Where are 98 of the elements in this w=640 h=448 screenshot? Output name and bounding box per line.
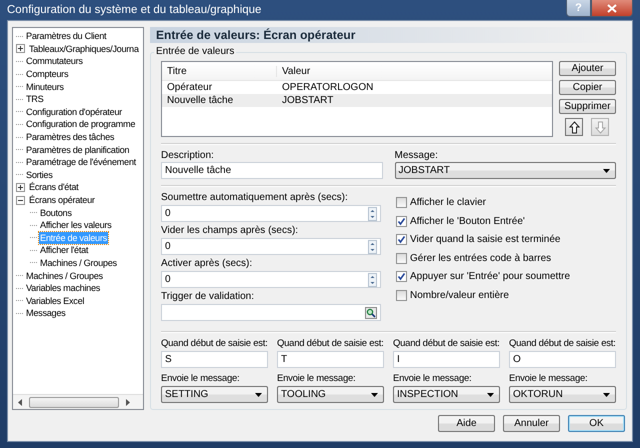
column-header[interactable]: Titre bbox=[162, 66, 277, 76]
tree-item[interactable]: Sorties bbox=[25, 168, 54, 181]
tree-item[interactable]: Configuration d'opérateur bbox=[25, 106, 123, 118]
tree-item[interactable]: Messages bbox=[25, 307, 66, 320]
field-label: Envoie le message: bbox=[277, 373, 356, 385]
window-title: Configuration du système et du tableau/graphique bbox=[7, 4, 262, 16]
field-label: Quand début de saisie est: bbox=[393, 338, 500, 350]
horizontal-scrollbar[interactable] bbox=[13, 394, 143, 409]
tree-item[interactable]: Paramètres de planification bbox=[25, 144, 130, 156]
message-dropdown[interactable]: OKTORUN bbox=[509, 386, 616, 403]
table-action-button[interactable]: Ajouter bbox=[559, 61, 616, 76]
number-field[interactable]: 0 bbox=[161, 205, 381, 222]
table-row[interactable]: Opérateur OPERATORLOGON bbox=[162, 81, 552, 94]
caret-icon bbox=[371, 392, 378, 396]
tree-item[interactable]: Machines / Groupes bbox=[39, 256, 118, 269]
tree-item[interactable]: Écrans opérateur bbox=[28, 194, 96, 206]
dialog-button[interactable]: OK bbox=[568, 414, 625, 432]
tree-item[interactable]: Compteurs bbox=[25, 68, 70, 80]
spinner-icon[interactable] bbox=[368, 272, 377, 286]
tree-item[interactable]: Paramétrage de l'événement bbox=[25, 156, 137, 168]
checkbox[interactable] bbox=[396, 216, 407, 227]
checkbox[interactable] bbox=[396, 290, 407, 301]
table-cell-text: Opérateur bbox=[166, 82, 214, 93]
field-label: Envoie le message: bbox=[509, 373, 588, 385]
tree-item[interactable]: Variables machines bbox=[25, 282, 102, 294]
tree-item[interactable]: Configuration de programme bbox=[25, 118, 136, 130]
checkbox[interactable] bbox=[396, 197, 407, 208]
caret-icon bbox=[255, 392, 262, 396]
up-arrow-icon bbox=[568, 120, 580, 134]
field-label: Envoie le message: bbox=[161, 373, 240, 385]
expander-icon[interactable] bbox=[16, 196, 25, 205]
field-label: Soumettre automatiquement après (secs): bbox=[161, 192, 349, 204]
close-button[interactable] bbox=[591, 0, 633, 17]
start-field[interactable]: I bbox=[393, 351, 500, 368]
message-dropdown[interactable]: JOBSTART bbox=[394, 162, 616, 179]
tree-item[interactable]: Machines / Groupes bbox=[25, 270, 104, 282]
message-label: Message: bbox=[394, 150, 439, 162]
checkbox[interactable] bbox=[396, 252, 407, 264]
close-icon bbox=[607, 4, 617, 12]
tree-item[interactable]: Boutons bbox=[39, 206, 73, 219]
table-action-button[interactable]: Supprimer bbox=[559, 99, 616, 114]
start-field[interactable]: S bbox=[161, 351, 268, 368]
message-dropdown[interactable]: INSPECTION bbox=[393, 386, 500, 403]
description-field[interactable]: Nouvelle tâche bbox=[161, 162, 382, 179]
expander-icon[interactable] bbox=[16, 182, 25, 192]
caret-icon bbox=[603, 168, 610, 172]
tree-item[interactable]: Écrans d'état bbox=[28, 181, 80, 194]
number-field[interactable]: 0 bbox=[161, 238, 381, 255]
checkbox-label: Vider quand la saisie est terminée bbox=[410, 234, 560, 246]
column-header[interactable]: Valeur bbox=[277, 66, 552, 76]
expander-icon[interactable] bbox=[16, 44, 25, 54]
caret-icon bbox=[603, 392, 610, 396]
dialog-button[interactable]: Aide bbox=[438, 414, 495, 432]
group-title: Entrée de valeurs bbox=[154, 46, 236, 57]
field-label: Trigger de validation: bbox=[161, 291, 256, 303]
tree-item[interactable]: Commutateurs bbox=[25, 55, 84, 68]
field-label: Envoie le message: bbox=[393, 373, 472, 385]
search-icon[interactable] bbox=[365, 306, 377, 318]
table-cell-text: OPERATORLOGON bbox=[281, 82, 374, 93]
message-dropdown[interactable]: TOOLING bbox=[277, 386, 384, 403]
field-label: Quand début de saisie est: bbox=[277, 338, 384, 350]
tree-item[interactable]: Tableaux/Graphiques/Journa bbox=[28, 42, 140, 55]
trigger-field[interactable] bbox=[161, 304, 381, 321]
tree-item[interactable]: Afficher les valeurs bbox=[39, 219, 112, 232]
table-cell-text: Nouvelle tâche bbox=[166, 95, 234, 106]
scroll-right-icon[interactable] bbox=[125, 398, 131, 406]
field-label: Quand début de saisie est: bbox=[161, 338, 268, 350]
checkbox-label: Afficher le 'Bouton Entrée' bbox=[410, 216, 525, 227]
checkbox-label: Nombre/valeur entière bbox=[410, 290, 509, 301]
start-field[interactable]: T bbox=[277, 351, 384, 368]
move-up-button[interactable] bbox=[565, 118, 583, 136]
number-field[interactable]: 0 bbox=[161, 271, 381, 288]
spinner-icon[interactable] bbox=[368, 206, 377, 220]
message-dropdown[interactable]: SETTING bbox=[161, 386, 268, 403]
tree-item[interactable]: Paramètres des tâches bbox=[25, 131, 116, 144]
table-row[interactable]: Nouvelle tâche JOBSTART bbox=[162, 94, 552, 107]
tree-item[interactable]: Afficher l'état bbox=[39, 244, 90, 256]
dialog-button[interactable]: Annuler bbox=[503, 414, 560, 432]
start-field[interactable]: O bbox=[509, 351, 616, 368]
checkbox-label: Appuyer sur 'Entrée' pour soumettre bbox=[410, 271, 570, 282]
field-label: Vider les champs après (secs): bbox=[161, 225, 300, 237]
tree-item[interactable]: TRS bbox=[25, 93, 44, 106]
field-label: Quand début de saisie est: bbox=[509, 338, 616, 350]
table-cell-text: JOBSTART bbox=[281, 95, 334, 106]
checkbox[interactable] bbox=[396, 234, 407, 246]
caret-icon bbox=[487, 392, 494, 396]
down-arrow-icon bbox=[594, 120, 606, 134]
tree-item[interactable]: Variables Excel bbox=[25, 294, 86, 307]
table-action-button[interactable]: Copier bbox=[559, 80, 616, 95]
checkbox-label: Afficher le clavier bbox=[410, 197, 486, 208]
checkbox[interactable] bbox=[396, 271, 407, 282]
spinner-icon[interactable] bbox=[368, 240, 377, 254]
tree-item[interactable]: Paramètres du Client bbox=[25, 30, 108, 42]
field-label: Activer après (secs): bbox=[161, 258, 254, 270]
checkbox-label: Gérer les entrées code à barres bbox=[410, 252, 552, 264]
description-label: Description: bbox=[161, 150, 215, 162]
scroll-left-icon[interactable] bbox=[17, 398, 23, 406]
tree-item[interactable]: Minuteurs bbox=[25, 80, 65, 93]
